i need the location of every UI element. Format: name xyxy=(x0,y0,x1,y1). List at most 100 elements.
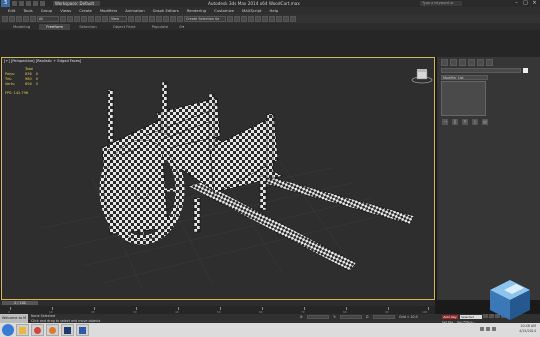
align-icon[interactable] xyxy=(234,15,240,22)
menu-customize[interactable]: Customize xyxy=(210,8,238,13)
undo-icon[interactable] xyxy=(33,1,38,6)
select-object-icon[interactable] xyxy=(60,15,66,22)
curve-editor-icon[interactable] xyxy=(255,15,261,22)
undo-icon[interactable] xyxy=(2,15,8,22)
menu-views[interactable]: Views xyxy=(56,8,75,13)
window-crossing-icon[interactable] xyxy=(81,15,87,22)
create-tab-icon[interactable] xyxy=(441,59,448,66)
configure-modifier-sets-icon[interactable]: ▤ xyxy=(482,119,488,125)
menu-modifiers[interactable]: Modifiers xyxy=(96,8,121,13)
select-by-name-icon[interactable] xyxy=(67,15,73,22)
z-coordinate-field[interactable] xyxy=(373,315,396,319)
pivot-point-icon[interactable] xyxy=(128,15,134,22)
ribbon-tab-freeform[interactable]: Freeform xyxy=(39,23,71,30)
named-selection-dropdown[interactable]: Create Selection Se xyxy=(184,15,226,22)
scale-icon[interactable] xyxy=(102,15,108,22)
tray-volume-icon[interactable] xyxy=(492,327,496,331)
new-icon[interactable] xyxy=(12,1,17,6)
material-editor-icon[interactable] xyxy=(269,15,275,22)
layer-manager-icon[interactable] xyxy=(241,15,247,22)
key-selection-dropdown[interactable]: Selected xyxy=(460,315,482,319)
minimize-button[interactable]: – xyxy=(512,0,521,7)
taskbar-chrome-icon[interactable] xyxy=(31,324,44,336)
manipulate-icon[interactable] xyxy=(135,15,141,22)
taskbar-photoshop-icon[interactable] xyxy=(61,324,74,336)
display-tab-icon[interactable] xyxy=(477,59,484,66)
redo-icon[interactable] xyxy=(9,15,15,22)
menu-animation[interactable]: Animation xyxy=(121,8,148,13)
percent-snap-icon[interactable] xyxy=(163,15,169,22)
time-slider-thumb[interactable]: 0 / 100 xyxy=(2,301,38,305)
hierarchy-tab-icon[interactable] xyxy=(459,59,466,66)
menu-edit[interactable]: Edit xyxy=(4,8,19,13)
taskbar-word-icon[interactable] xyxy=(76,324,89,336)
taskbar-clock[interactable]: 10:48 AM 4/15/2014 xyxy=(519,324,536,334)
move-icon[interactable] xyxy=(88,15,94,22)
menu-tools[interactable]: Tools xyxy=(19,8,36,13)
close-button[interactable]: × xyxy=(530,0,539,7)
modify-tab-icon[interactable] xyxy=(450,59,457,66)
auto-key-button[interactable]: Auto Key xyxy=(442,315,458,319)
ribbon-tab-selection[interactable]: Selection xyxy=(72,24,104,30)
taskbar-firefox-icon[interactable] xyxy=(46,324,59,336)
taskbar-explorer-icon[interactable] xyxy=(16,324,29,336)
rendered-frame-window-icon[interactable] xyxy=(283,15,289,22)
redo-icon[interactable] xyxy=(40,1,45,6)
modifier-list-dropdown[interactable]: Modifier List xyxy=(441,75,488,80)
keyboard-shortcut-icon[interactable] xyxy=(142,15,148,22)
grid-readout: Grid = 10.0 xyxy=(399,315,418,319)
graphite-toggle-icon[interactable] xyxy=(248,15,254,22)
menu-group[interactable]: Group xyxy=(37,8,57,13)
x-coordinate-field[interactable] xyxy=(307,315,330,319)
bind-space-warp-icon[interactable] xyxy=(30,15,36,22)
rectangular-selection-icon[interactable] xyxy=(74,15,80,22)
link-icon[interactable] xyxy=(16,15,22,22)
snaps-toggle-icon[interactable] xyxy=(149,15,155,22)
track-bar[interactable]: 0 10 20 30 40 50 60 70 80 90 100 xyxy=(0,306,435,314)
menu-help[interactable]: Help xyxy=(266,8,283,13)
start-button-icon[interactable] xyxy=(2,324,14,336)
reference-coordinate-dropdown[interactable]: View xyxy=(109,15,127,22)
schematic-view-icon[interactable] xyxy=(262,15,268,22)
render-setup-icon[interactable] xyxy=(276,15,282,22)
pin-stack-icon[interactable]: ⊣ xyxy=(442,119,448,125)
angle-snap-icon[interactable] xyxy=(156,15,162,22)
selection-filter-dropdown[interactable]: All xyxy=(37,15,59,22)
cart-model[interactable] xyxy=(2,58,435,300)
maximize-button[interactable]: □ xyxy=(521,0,530,7)
ribbon-tab-populate[interactable]: Populate xyxy=(145,24,176,30)
save-icon[interactable] xyxy=(26,1,31,6)
y-coordinate-field[interactable] xyxy=(339,315,362,319)
make-unique-icon[interactable]: ∀ xyxy=(462,119,468,125)
unlink-icon[interactable] xyxy=(23,15,29,22)
viewcube-icon[interactable] xyxy=(411,68,433,84)
tray-network-icon[interactable] xyxy=(486,327,490,331)
edit-named-selection-icon[interactable] xyxy=(177,15,183,22)
object-name-field[interactable] xyxy=(441,68,521,73)
search-input[interactable]: Type a keyword or phrase xyxy=(420,1,462,10)
object-color-swatch[interactable] xyxy=(523,68,528,73)
mirror-icon[interactable] xyxy=(227,15,233,22)
app-logo-icon[interactable]: 3 xyxy=(1,0,10,7)
motion-tab-icon[interactable] xyxy=(468,59,475,66)
remove-modifier-icon[interactable]: ▯ xyxy=(472,119,478,125)
menu-graph-editors[interactable]: Graph Editors xyxy=(149,8,183,13)
show-end-result-icon[interactable]: ‖ xyxy=(452,119,458,125)
menu-create[interactable]: Create xyxy=(75,8,96,13)
modifier-stack[interactable] xyxy=(441,81,486,116)
viewport-label[interactable]: [+] [Perspective] [Realistic + Edged Fac… xyxy=(4,59,81,63)
utilities-tab-icon[interactable] xyxy=(486,59,493,66)
rotate-icon[interactable] xyxy=(95,15,101,22)
tray-flag-icon[interactable] xyxy=(480,327,484,331)
render-production-icon[interactable] xyxy=(290,15,296,22)
ribbon-options-icon[interactable]: ⊙▾ xyxy=(177,24,186,30)
perspective-viewport[interactable]: [+] [Perspective] [Realistic + Edged Fac… xyxy=(1,57,435,300)
open-icon[interactable] xyxy=(19,1,24,6)
ribbon-tab-object-paint[interactable]: Object Paint xyxy=(106,24,143,30)
workspace-dropdown[interactable]: Workspace: Default xyxy=(53,1,100,6)
maxscript-listener-mini[interactable]: Welcome to M xyxy=(0,314,28,323)
spinner-snap-icon[interactable] xyxy=(170,15,176,22)
menu-rendering[interactable]: Rendering xyxy=(183,8,210,13)
ribbon-tab-modeling[interactable]: Modeling xyxy=(6,24,37,30)
menu-maxscript[interactable]: MAXScript xyxy=(238,8,266,13)
